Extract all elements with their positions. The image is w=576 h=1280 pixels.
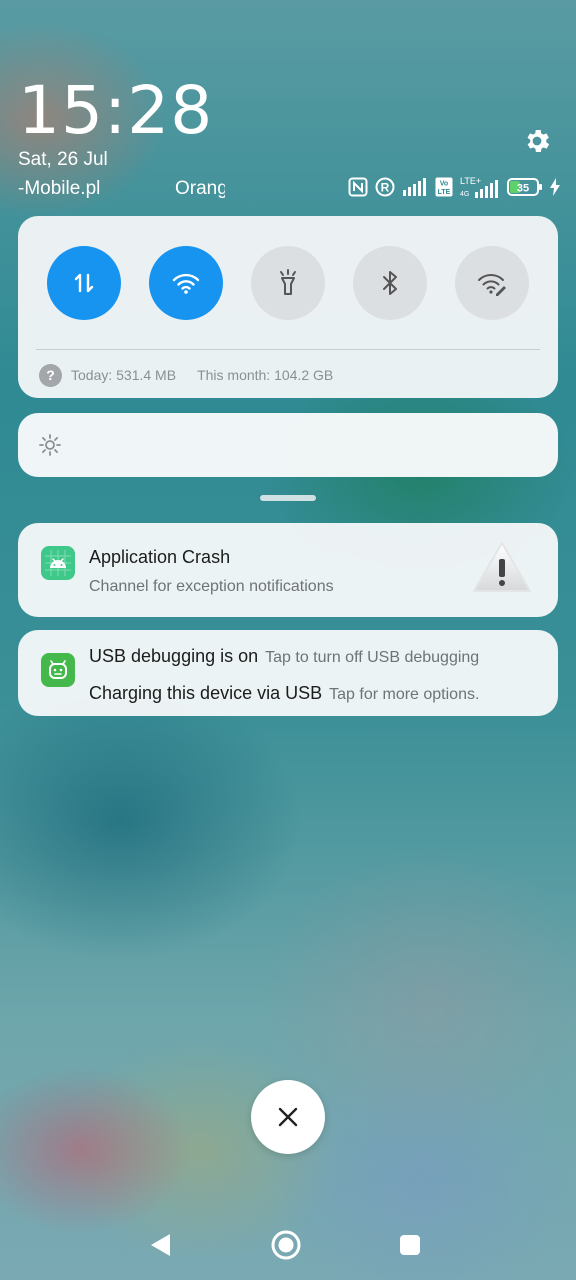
notification-text: Tap for more options. [329,686,480,703]
svg-text:R: R [381,181,390,195]
recent-apps-button[interactable] [399,1234,421,1256]
mobile-data-toggle[interactable] [47,246,121,320]
help-icon: ? [39,363,62,387]
notification-title: USB debugging is on [89,646,259,666]
notification-title: Application Crash [89,547,231,567]
brightness-slider[interactable] [18,413,558,477]
close-icon [278,1107,298,1127]
wifi-icon [172,273,200,294]
svg-text:Vo: Vo [440,181,448,188]
android-debug-icon [49,660,67,679]
flashlight-toggle[interactable] [251,246,325,320]
battery-icon: 35 [507,178,542,196]
svg-text:LTE: LTE [438,189,451,196]
notification-text: Tap to turn off USB debugging [265,649,480,666]
carrier-name-sim2: Orange [175,178,225,199]
usb-debugging-line: USB debugging is on Tap to turn off USB … [89,646,479,667]
notification-application-crash[interactable]: Application Crash Channel for exception … [18,523,558,617]
svg-text:LTE+: LTE+ [460,176,481,186]
sun-icon [39,434,61,456]
date[interactable]: Sat, 26 Jul [18,149,108,171]
quick-settings-toggles [47,246,529,320]
hotspot-toggle[interactable] [455,246,529,320]
status-bar-icons: R Vo LTE LTE+ 4G 35 [348,176,560,198]
charging-bolt-icon [550,178,560,196]
settings-button[interactable] [520,124,554,158]
usage-today: Today: 531.4 MB [71,367,177,383]
app-icon [41,546,75,580]
notification-title: Charging this device via USB [89,683,323,703]
panel-divider [36,349,540,350]
signal-strength-icon [403,178,426,196]
app-icon [41,653,75,687]
gear-icon [527,130,550,152]
nfc-icon [348,177,368,197]
drag-handle[interactable] [260,495,316,501]
clear-all-button[interactable] [251,1080,325,1154]
warning-triangle-icon [473,542,531,592]
home-button[interactable] [270,1229,302,1261]
wifi-toggle[interactable] [149,246,223,320]
svg-text:35: 35 [517,183,529,195]
volte-icon: Vo LTE [435,177,453,197]
wifi-edit-icon [478,274,506,296]
bluetooth-toggle[interactable] [353,246,427,320]
usb-charging-line: Charging this device via USB Tap for mor… [89,683,479,704]
usage-month: This month: 104.2 GB [197,367,334,383]
notification-usb-debugging[interactable]: USB debugging is on Tap to turn off USB … [18,630,558,716]
bluetooth-icon [383,271,397,295]
flashlight-icon [280,269,296,295]
data-usage-row[interactable]: ? Today: 531.4 MB This month: 104.2 GB [39,363,333,387]
roaming-icon: R [375,177,395,197]
notification-subtitle: Channel for exception notifications [89,578,334,595]
data-transfer-icon [74,273,94,293]
clock[interactable]: 15:28 [18,72,213,149]
quick-settings-panel: ? Today: 531.4 MB This month: 104.2 GB [18,216,558,398]
lte-signal-icon: LTE+ 4G [460,176,498,198]
carrier-name-sim1: -Mobile.pl [18,178,101,199]
svg-text:4G: 4G [460,191,469,198]
back-button[interactable] [148,1232,174,1258]
android-icon [45,550,71,576]
